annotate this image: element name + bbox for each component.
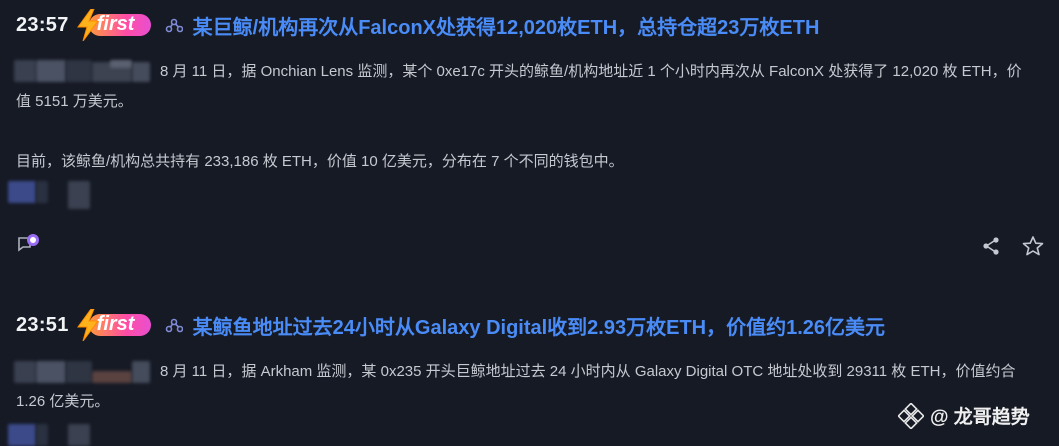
share-icon[interactable] xyxy=(981,236,1001,256)
news-title[interactable]: 某巨鲸/机构再次从FalconX处获得12,020枚ETH，总持仓超23万枚ET… xyxy=(193,11,820,40)
news-paragraph: 目前，该鲸鱼/机构总共持有 233,186 枚 ETH，价值 10 亿美元，分布… xyxy=(16,153,624,170)
news-paragraph: 8 月 11 日，据 Onchian Lens 监测，某个 0xe17c 开头的… xyxy=(16,63,1022,110)
badge-label: first xyxy=(96,13,135,35)
news-paragraph: 8 月 11 日，据 Arkham 监测，某 0x235 开头巨鲸地址过去 24… xyxy=(16,363,1016,410)
star-icon[interactable] xyxy=(1022,235,1044,257)
first-badge: first xyxy=(75,9,155,41)
news-time: 23:51 xyxy=(16,313,69,336)
news-title[interactable]: 某鲸鱼地址过去24小时从Galaxy Digital收到2.93万枚ETH，价值… xyxy=(193,311,885,340)
news-item: 23:57 first 某巨鲸/机构再次从FalconX处获得12,020枚ET… xyxy=(0,0,1059,282)
watermark: @ 龙哥趋势 xyxy=(898,402,1030,429)
link-icon[interactable] xyxy=(165,316,183,334)
badge-label: first xyxy=(96,313,135,335)
first-badge: first xyxy=(75,309,155,341)
comment-icon[interactable] xyxy=(16,232,40,256)
headline-row: 23:57 first 某巨鲸/机构再次从FalconX处获得12,020枚ET… xyxy=(16,9,820,41)
headline-row: 23:51 first 某鲸鱼地址过去24小时从Galaxy Digital收到… xyxy=(16,309,885,341)
watermark-text: @ 龙哥趋势 xyxy=(930,407,1030,428)
link-icon[interactable] xyxy=(165,16,183,34)
binance-square-logo-icon xyxy=(898,402,924,429)
news-time: 23:57 xyxy=(16,13,69,36)
